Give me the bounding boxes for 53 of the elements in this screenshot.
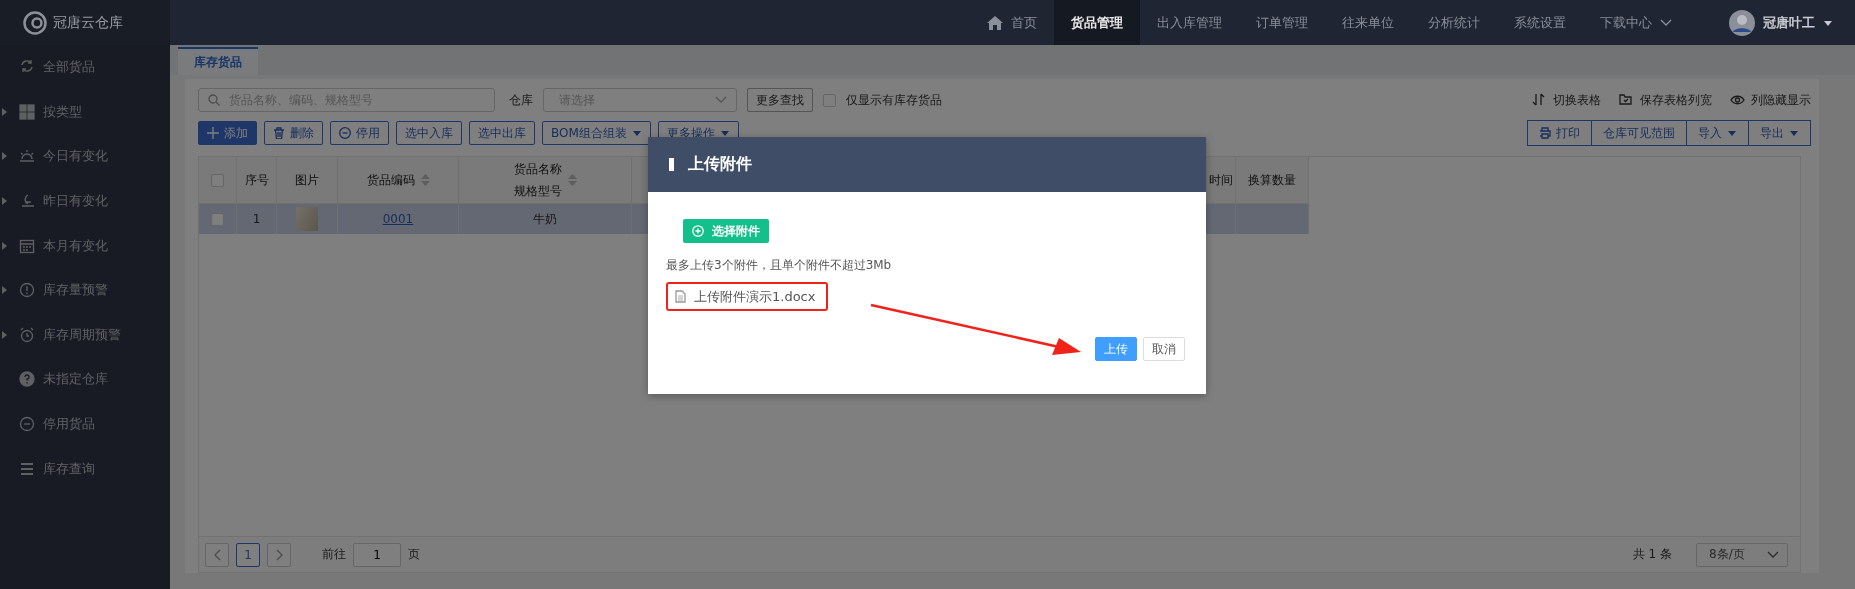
table-cell: 牛奶	[459, 204, 632, 234]
toolbar-button[interactable]: 删除	[264, 121, 323, 145]
sidebar-item[interactable]: 昨日有变化	[0, 178, 170, 224]
sidebar-item[interactable]: 库存查询	[0, 446, 170, 491]
nav-tab[interactable]: 往来单位	[1325, 0, 1411, 45]
code-link[interactable]: 0001	[382, 212, 414, 226]
sidebar-item[interactable]: 库存量预警	[0, 267, 170, 313]
nav-tab[interactable]: 系统设置	[1497, 0, 1583, 45]
user-name[interactable]: 冠唐叶工	[1763, 13, 1815, 32]
upload-hint: 最多上传3个附件，且单个附件不超过3Mb	[666, 257, 893, 274]
nav-tab[interactable]: 下载中心	[1583, 0, 1689, 45]
table-tool-link[interactable]: 列隐藏显示	[1730, 91, 1811, 109]
table-tool-link[interactable]: 保存表格列宽	[1619, 91, 1712, 109]
nav-tab[interactable]: 首页	[970, 0, 1054, 45]
toolbar-button[interactable]: 停用	[330, 121, 389, 145]
app-title: 冠唐云仓库	[53, 13, 123, 32]
dialog-title: 上传附件	[688, 154, 752, 175]
nav-tab[interactable]: 货品管理	[1054, 0, 1140, 45]
checkbox-label: 仅显示有库存货品	[846, 91, 942, 109]
sidebar-item[interactable]: 本月有变化	[0, 223, 170, 268]
toolbar-button[interactable]: 选中出库	[469, 121, 535, 145]
column-header[interactable]: 货品编码	[338, 157, 459, 204]
choose-file-button[interactable]: 选择附件	[683, 219, 769, 243]
goto-label: 前往	[322, 546, 346, 563]
dropdown-button[interactable]: BOM组合组装	[542, 121, 651, 145]
column-header[interactable]: 图片	[277, 157, 338, 204]
column-header[interactable]: 货品名称 规格型号	[459, 157, 632, 204]
warehouse-label: 仓库	[509, 91, 533, 109]
more-search-button[interactable]: 更多查找	[747, 88, 813, 112]
toolbar-button[interactable]: 添加	[198, 121, 257, 145]
nav-tab[interactable]: 分析统计	[1411, 0, 1497, 45]
cancel-button[interactable]: 取消	[1143, 337, 1185, 361]
page-size-select[interactable]: 8条/页	[1696, 542, 1788, 567]
file-item[interactable]: 上传附件演示1.docx	[672, 287, 819, 306]
column-header[interactable]: 序号	[237, 157, 277, 204]
tab[interactable]: 库存货品	[178, 47, 258, 75]
column-header[interactable]: 换算数量	[1236, 157, 1309, 204]
sidebar-item[interactable]: 停用货品	[0, 401, 170, 447]
sidebar-item[interactable]: 库存周期预警	[0, 312, 170, 358]
sidebar-item[interactable]: 未指定仓库	[0, 357, 170, 402]
sidebar-item[interactable]: 今日有变化	[0, 134, 170, 179]
page-button[interactable]: 1	[236, 542, 260, 567]
page-input[interactable]: 1	[353, 542, 401, 567]
nav-tab[interactable]: 出入库管理	[1140, 0, 1239, 45]
total-count: 共 1 条	[1632, 546, 1672, 563]
sidebar-item[interactable]: 全部货品	[0, 45, 170, 90]
table-tool-link[interactable]: 切换表格	[1532, 91, 1601, 109]
sidebar-item[interactable]: 按类型	[0, 89, 170, 135]
toolbar-button[interactable]: 选中入库	[396, 121, 462, 145]
upload-button[interactable]: 上传	[1095, 337, 1137, 361]
page-suffix: 页	[408, 546, 420, 563]
nav-tab[interactable]: 订单管理	[1239, 0, 1325, 45]
table-cell: 1	[237, 204, 277, 234]
